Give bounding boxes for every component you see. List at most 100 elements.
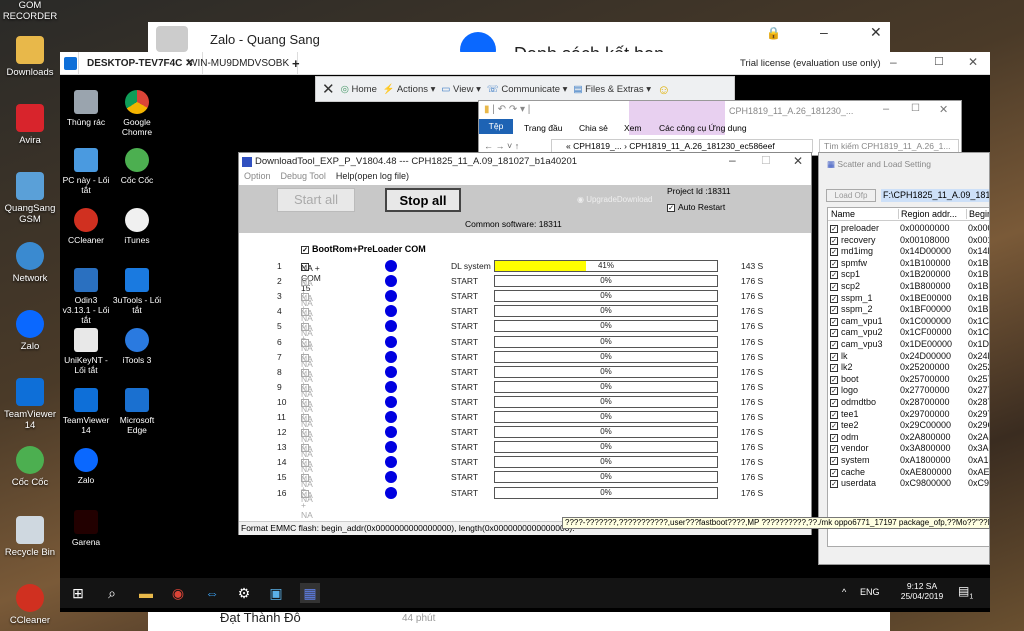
partition-checkbox[interactable]: ✓ <box>830 236 838 245</box>
partition-row[interactable]: ✓md1img 0x14D00000 0x14D <box>830 246 989 258</box>
partition-row[interactable]: ✓sspm_2 0x1BF00000 0x1BF <box>830 304 989 316</box>
close-button[interactable]: ✕ <box>968 55 978 69</box>
column-region-addr[interactable]: Region addr... <box>898 209 957 219</box>
remote-icon-zalo[interactable]: Zalo <box>61 448 111 485</box>
tab-win-mu9dmdvsobk[interactable]: WIN-MU9DMDVSOBK <box>180 52 299 75</box>
column-name[interactable]: Name <box>831 209 855 219</box>
partition-row[interactable]: ✓lk 0x24D00000 0x24D <box>830 351 989 363</box>
partition-checkbox[interactable]: ✓ <box>830 410 838 419</box>
teamviewer-icon[interactable]: ⇔ <box>202 583 222 603</box>
partition-row[interactable]: ✓lk2 0x25200000 0x252 <box>830 362 989 374</box>
ribbon-tab-app-tools[interactable]: Các công cụ Ứng dụng <box>659 123 747 133</box>
partition-checkbox[interactable]: ✓ <box>830 271 838 280</box>
partition-checkbox[interactable]: ✓ <box>830 352 838 361</box>
desktop-icon-zalo[interactable]: Zalo <box>0 310 60 352</box>
files-extras-button[interactable]: ▤ Files & Extras ▾ <box>573 84 651 95</box>
partition-checkbox[interactable]: ✓ <box>830 248 838 257</box>
partition-checkbox[interactable]: ✓ <box>830 341 838 349</box>
clock[interactable]: 9:12 SA 25/04/2019 <box>898 581 946 601</box>
remote-icon-odin[interactable]: Odin3 v3.13.1 - Lối tắt <box>61 268 111 325</box>
remote-icon-3utools[interactable]: 3uTools - Lối tắt <box>112 268 162 315</box>
remote-icon-pc[interactable]: PC này - Lối tắt <box>61 148 111 195</box>
desktop-icon-gom[interactable]: GOM RECORDER <box>0 0 60 22</box>
actions-button[interactable]: ⚡ Actions ▾ <box>383 84 436 95</box>
partition-checkbox[interactable]: ✓ <box>830 375 838 384</box>
partition-checkbox[interactable]: ✓ <box>830 225 838 233</box>
maximize-button[interactable]: ☐ <box>934 55 944 68</box>
remote-icon-recycle[interactable]: Thùng rác <box>61 90 111 127</box>
close-button[interactable]: ✕ <box>939 103 948 116</box>
remote-icon-itunes[interactable]: iTunes <box>112 208 162 245</box>
lock-icon[interactable]: 🔒 <box>766 26 781 40</box>
remote-icon-garena[interactable]: Garena <box>61 510 111 547</box>
partition-row[interactable]: ✓tee2 0x29C00000 0x29C <box>830 420 989 432</box>
notification-icon[interactable]: ▤1 <box>958 584 973 600</box>
home-button[interactable]: ◎ Home <box>341 84 377 95</box>
desktop-icon-avira[interactable]: Avira <box>0 104 60 146</box>
remote-icon-ccleaner[interactable]: CCleaner <box>61 208 111 245</box>
partition-checkbox[interactable]: ✓ <box>830 399 838 407</box>
remote-icon-chrome[interactable]: Google Chomre <box>112 90 162 137</box>
auto-restart-checkbox[interactable]: ✓ Auto Restart <box>667 202 725 212</box>
scatter-path-field[interactable]: F:\CPH1825_11_A.09_1810... <box>881 189 989 202</box>
remote-icon-coccoc[interactable]: Cốc Cốc <box>112 148 162 185</box>
menu-debug-tool[interactable]: Debug Tool <box>281 171 326 185</box>
language-indicator[interactable]: ENG <box>860 587 880 597</box>
partition-row[interactable]: ✓cache 0xAE800000 0xAE8 <box>830 467 989 479</box>
view-button[interactable]: ▭ View ▾ <box>441 84 480 95</box>
partition-row[interactable]: ✓scp2 0x1B800000 0x1B8 <box>830 281 989 293</box>
close-button[interactable]: ✕ <box>870 24 882 41</box>
desktop-icon-downloads[interactable]: Downloads <box>0 36 60 78</box>
partition-row[interactable]: ✓odm 0x2A800000 0x2A8 <box>830 432 989 444</box>
partition-row[interactable]: ✓sspm_1 0x1BE00000 0x1BE <box>830 293 989 305</box>
partition-row[interactable]: ✓vendor 0x3A800000 0x3A8 <box>830 443 989 455</box>
minimize-button[interactable]: – <box>883 103 889 115</box>
stop-all-button[interactable]: Stop all <box>385 188 461 212</box>
partition-checkbox[interactable]: ✓ <box>830 422 838 431</box>
partition-row[interactable]: ✓boot 0x25700000 0x257 <box>830 374 989 386</box>
partition-row[interactable]: ✓userdata 0xC9800000 0xC98 <box>830 478 989 490</box>
partition-row[interactable]: ✓odmdtbo 0x28700000 0x287 <box>830 397 989 409</box>
partition-checkbox[interactable]: ✓ <box>830 387 838 396</box>
remote-icon-unikey[interactable]: UniKeyNT - Lối tắt <box>61 328 111 375</box>
desktop-icon-teamviewer[interactable]: TeamViewer 14 <box>0 378 60 431</box>
desktop-icon-ccleaner[interactable]: CCleaner <box>0 584 60 626</box>
quick-access-toolbar[interactable]: ▮ | ↶ ↷ ▾ | <box>484 104 530 115</box>
tray-chevron-icon[interactable]: ^ <box>842 587 846 597</box>
add-tab-button[interactable]: + <box>284 52 308 75</box>
chrome-icon[interactable]: ◉ <box>168 583 188 603</box>
partition-checkbox[interactable]: ✓ <box>830 259 838 268</box>
partition-checkbox[interactable]: ✓ <box>830 306 838 315</box>
minimize-button[interactable]: – <box>729 153 736 167</box>
settings-icon[interactable]: ⚙ <box>234 583 254 603</box>
close-toolbar-icon[interactable]: ✕ <box>322 80 335 98</box>
communicate-button[interactable]: ☏ Communicate ▾ <box>487 84 568 95</box>
desktop-icon-network[interactable]: Network <box>0 242 60 284</box>
desktop-icon-coccoc[interactable]: Cốc Cốc <box>0 446 60 488</box>
partition-checkbox[interactable]: ✓ <box>830 294 838 303</box>
remote-icon-edge[interactable]: Microsoft Edge <box>112 388 162 435</box>
app-icon[interactable]: ▣ <box>266 583 286 603</box>
partition-checkbox[interactable]: ✓ <box>830 445 838 454</box>
partition-row[interactable]: ✓recovery 0x00108000 0x0010 <box>830 235 989 247</box>
menu-help[interactable]: Help(open log file) <box>336 171 409 185</box>
minimize-button[interactable]: – <box>820 24 828 40</box>
partition-row[interactable]: ✓system 0xA1800000 0xA18 <box>830 455 989 467</box>
ribbon-tab-share[interactable]: Chia sẻ <box>579 123 608 133</box>
partition-row[interactable]: ✓scp1 0x1B200000 0x1B2 <box>830 269 989 281</box>
ribbon-tab-file[interactable]: Tệp <box>479 119 513 134</box>
partition-checkbox[interactable]: ✓ <box>830 433 838 442</box>
address-bar[interactable]: « CPH1819_... › CPH1819_11_A.26_181230_e… <box>551 139 813 153</box>
close-button[interactable]: ✕ <box>793 154 803 168</box>
ribbon-tab-view[interactable]: Xem <box>624 123 641 133</box>
partition-row[interactable]: ✓cam_vpu2 0x1CF00000 0x1CF <box>830 327 989 339</box>
partition-checkbox[interactable]: ✓ <box>830 457 838 465</box>
start-icon[interactable]: ⊞ <box>68 583 88 603</box>
partition-row[interactable]: ✓logo 0x27700000 0x277 <box>830 385 989 397</box>
download-tool-taskbar-icon[interactable]: ▦ <box>300 583 320 603</box>
smiley-icon[interactable]: ☺ <box>657 82 670 97</box>
bootrom-checkbox[interactable]: ✓ BootRom+PreLoader COM <box>301 244 426 254</box>
remote-icon-itools[interactable]: iTools 3 <box>112 328 162 365</box>
partition-checkbox[interactable]: ✓ <box>830 468 838 477</box>
file-explorer-icon[interactable]: ▬ <box>136 583 156 603</box>
